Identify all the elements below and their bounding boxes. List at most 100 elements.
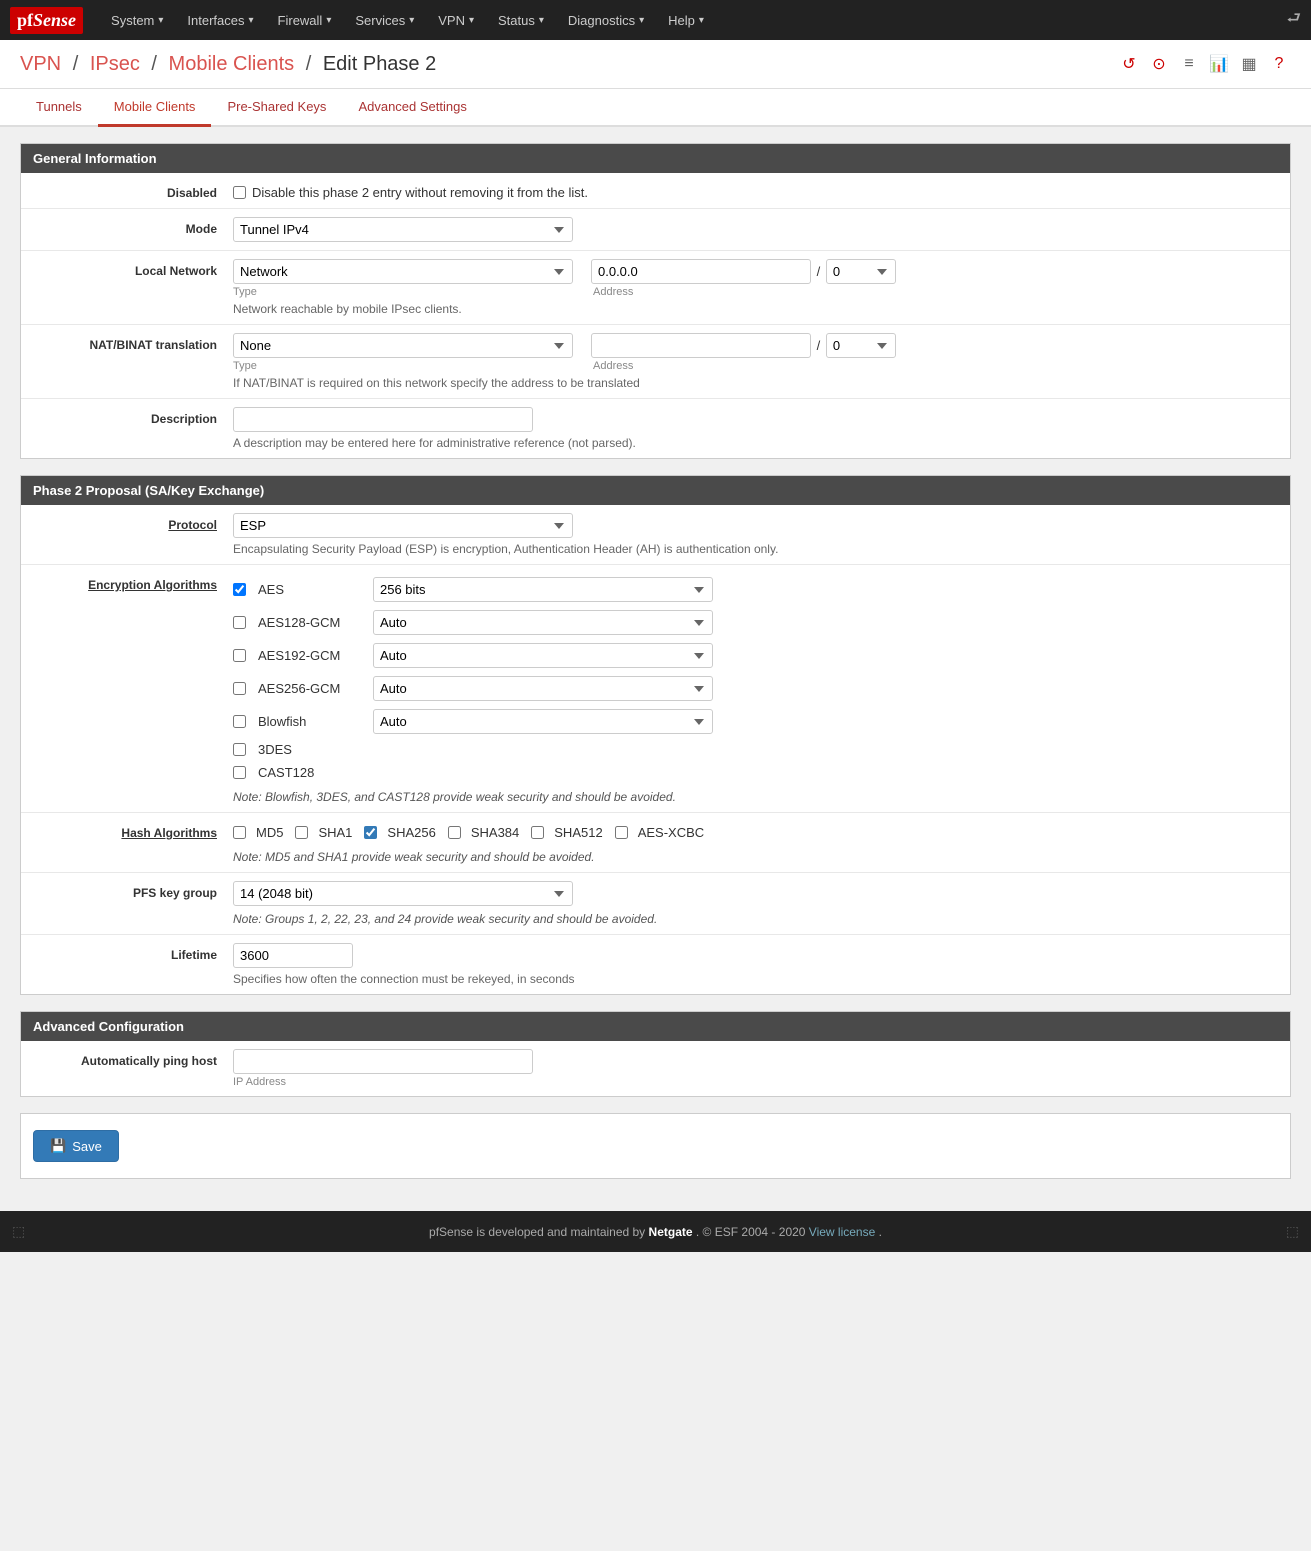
- nav-interfaces[interactable]: Interfaces ▾: [175, 0, 265, 40]
- checkbox-enc-3des[interactable]: [233, 743, 246, 756]
- chart-icon[interactable]: 📊: [1207, 52, 1231, 76]
- checkbox-enc-aes192gcm[interactable]: [233, 649, 246, 662]
- tab-advanced-settings[interactable]: Advanced Settings: [342, 89, 482, 127]
- reload-icon[interactable]: ↺: [1117, 52, 1141, 76]
- checkbox-hash-sha256[interactable]: [364, 826, 377, 839]
- local-network-help: Network reachable by mobile IPsec client…: [233, 302, 1278, 316]
- checkbox-disabled[interactable]: [233, 186, 246, 199]
- description-help: A description may be entered here for ad…: [233, 436, 1278, 450]
- checkbox-hash-sha1[interactable]: [295, 826, 308, 839]
- section-advanced-body: Automatically ping host IP Address: [21, 1041, 1290, 1096]
- hash-item-sha1: SHA1: [295, 825, 352, 840]
- hash-item-sha256: SHA256: [364, 825, 435, 840]
- select-enc-aes256gcm-bits[interactable]: Auto 64 bits96 bits128 bits: [373, 676, 713, 701]
- config-icon[interactable]: ⊙: [1147, 52, 1171, 76]
- tabs-bar: Tunnels Mobile Clients Pre-Shared Keys A…: [0, 89, 1311, 127]
- nat-slash: /: [815, 334, 826, 357]
- select-local-network-type[interactable]: Network LAN subnet WAN subnet Address: [233, 259, 573, 284]
- nat-help: If NAT/BINAT is required on this network…: [233, 376, 1278, 390]
- checkbox-hash-sha512[interactable]: [531, 826, 544, 839]
- hash-algorithms-row: MD5 SHA1 SHA256 SHA384: [233, 821, 1278, 844]
- hash-note: Note: MD5 and SHA1 provide weak security…: [233, 850, 1278, 864]
- section-phase2-header: Phase 2 Proposal (SA/Key Exchange): [21, 476, 1290, 505]
- checkbox-enc-aes128gcm[interactable]: [233, 616, 246, 629]
- nav-firewall[interactable]: Firewall ▾: [266, 0, 344, 40]
- list-icon[interactable]: ≡: [1177, 52, 1201, 76]
- select-mode[interactable]: Tunnel IPv4 Tunnel IPv6 Transport: [233, 217, 573, 242]
- content-nat: None Network Address Type /: [233, 333, 1278, 390]
- input-description[interactable]: [233, 407, 533, 432]
- input-ping-host[interactable]: [233, 1049, 533, 1074]
- select-enc-aes192gcm-bits[interactable]: Auto 64 bits96 bits128 bits: [373, 643, 713, 668]
- tab-pre-shared-keys[interactable]: Pre-Shared Keys: [211, 89, 342, 127]
- enc-row-3des: 3DES: [233, 738, 1278, 761]
- select-enc-blowfish-bits[interactable]: Auto 128 bits192 bits256 bits: [373, 709, 713, 734]
- checkbox-hash-aes-xcbc[interactable]: [615, 826, 628, 839]
- breadcrumb-ipsec[interactable]: IPsec: [90, 53, 140, 75]
- checkbox-hash-sha384[interactable]: [448, 826, 461, 839]
- breadcrumb: VPN / IPsec / Mobile Clients / Edit Phas…: [20, 53, 436, 76]
- footer-license-link[interactable]: View license: [809, 1225, 875, 1239]
- row-hash: Hash Algorithms MD5 SHA1 SHA: [21, 813, 1290, 873]
- hash-label-sha256: SHA256: [387, 825, 435, 840]
- footer: ⬚ pfSense is developed and maintained by…: [0, 1211, 1311, 1252]
- select-pfs[interactable]: off 1 (768 bit) 2 (1024 bit) 5 (1536 bit…: [233, 881, 573, 906]
- select-local-network-mask[interactable]: 0128162432: [826, 259, 896, 284]
- checkbox-enc-aes256gcm[interactable]: [233, 682, 246, 695]
- row-lifetime: Lifetime Specifies how often the connect…: [21, 935, 1290, 994]
- nav-vpn[interactable]: VPN ▾: [426, 0, 486, 40]
- nav-system[interactable]: System ▾: [99, 0, 175, 40]
- hash-label-sha512: SHA512: [554, 825, 602, 840]
- breadcrumb-sep-3: /: [306, 53, 317, 75]
- checkbox-enc-blowfish[interactable]: [233, 715, 246, 728]
- tabs: Tunnels Mobile Clients Pre-Shared Keys A…: [20, 89, 1291, 125]
- content-local-network: Network LAN subnet WAN subnet Address Ty…: [233, 259, 1278, 316]
- nav-diagnostics[interactable]: Diagnostics ▾: [556, 0, 656, 40]
- tab-tunnels[interactable]: Tunnels: [20, 89, 98, 127]
- content-mode: Tunnel IPv4 Tunnel IPv6 Transport: [233, 217, 1278, 242]
- content-description: A description may be entered here for ad…: [233, 407, 1278, 450]
- local-network-slash: /: [815, 260, 826, 283]
- disabled-check-label: Disable this phase 2 entry without remov…: [252, 185, 588, 200]
- section-advanced-header: Advanced Configuration: [21, 1012, 1290, 1041]
- input-lifetime[interactable]: [233, 943, 353, 968]
- nav-status[interactable]: Status ▾: [486, 0, 556, 40]
- label-pfs: PFS key group: [33, 881, 233, 900]
- select-nat-type[interactable]: None Network Address: [233, 333, 573, 358]
- logo[interactable]: pfSense: [10, 7, 83, 34]
- help-icon[interactable]: ?: [1267, 52, 1291, 76]
- tab-mobile-clients[interactable]: Mobile Clients: [98, 89, 212, 127]
- select-nat-mask[interactable]: 018162432: [826, 333, 896, 358]
- select-enc-aes128gcm-bits[interactable]: Auto 64 bits96 bits128 bits: [373, 610, 713, 635]
- save-button[interactable]: 💾 Save: [33, 1130, 119, 1162]
- checkbox-enc-aes[interactable]: [233, 583, 246, 596]
- section-phase2-body: Protocol ESP AH Encapsulating Security P…: [21, 505, 1290, 994]
- nav-menu: System ▾ Interfaces ▾ Firewall ▾ Service…: [99, 0, 1287, 40]
- footer-right-icon: ⬚: [1286, 1223, 1299, 1240]
- grid-icon[interactable]: ▦: [1237, 52, 1261, 76]
- enc-row-aes: AES 128 bits 192 bits 256 bits Auto: [233, 573, 1278, 606]
- section-general: General Information Disabled Disable thi…: [20, 143, 1291, 459]
- breadcrumb-vpn[interactable]: VPN: [20, 53, 61, 75]
- nat-addr-sublabel: Address: [593, 360, 896, 372]
- label-local-network: Local Network: [33, 259, 233, 278]
- content-ping-host: IP Address: [233, 1049, 1278, 1088]
- input-local-network-addr[interactable]: [591, 259, 811, 284]
- hash-label-sha1: SHA1: [318, 825, 352, 840]
- label-encryption: Encryption Algorithms: [33, 573, 233, 592]
- checkbox-enc-cast128[interactable]: [233, 766, 246, 779]
- nav-help[interactable]: Help ▾: [656, 0, 716, 40]
- breadcrumb-mobile-clients[interactable]: Mobile Clients: [169, 53, 295, 75]
- nav-services[interactable]: Services ▾: [343, 0, 426, 40]
- lifetime-spinner: [233, 943, 353, 968]
- select-protocol[interactable]: ESP AH: [233, 513, 573, 538]
- label-lifetime: Lifetime: [33, 943, 233, 962]
- hash-item-md5: MD5: [233, 825, 283, 840]
- button-area: 💾 Save: [20, 1113, 1291, 1179]
- topnav-action-icon[interactable]: ⮐: [1287, 10, 1301, 27]
- label-disabled: Disabled: [33, 181, 233, 200]
- select-enc-aes-bits[interactable]: 128 bits 192 bits 256 bits Auto: [373, 577, 713, 602]
- input-nat-addr[interactable]: [591, 333, 811, 358]
- checkbox-hash-md5[interactable]: [233, 826, 246, 839]
- row-protocol: Protocol ESP AH Encapsulating Security P…: [21, 505, 1290, 565]
